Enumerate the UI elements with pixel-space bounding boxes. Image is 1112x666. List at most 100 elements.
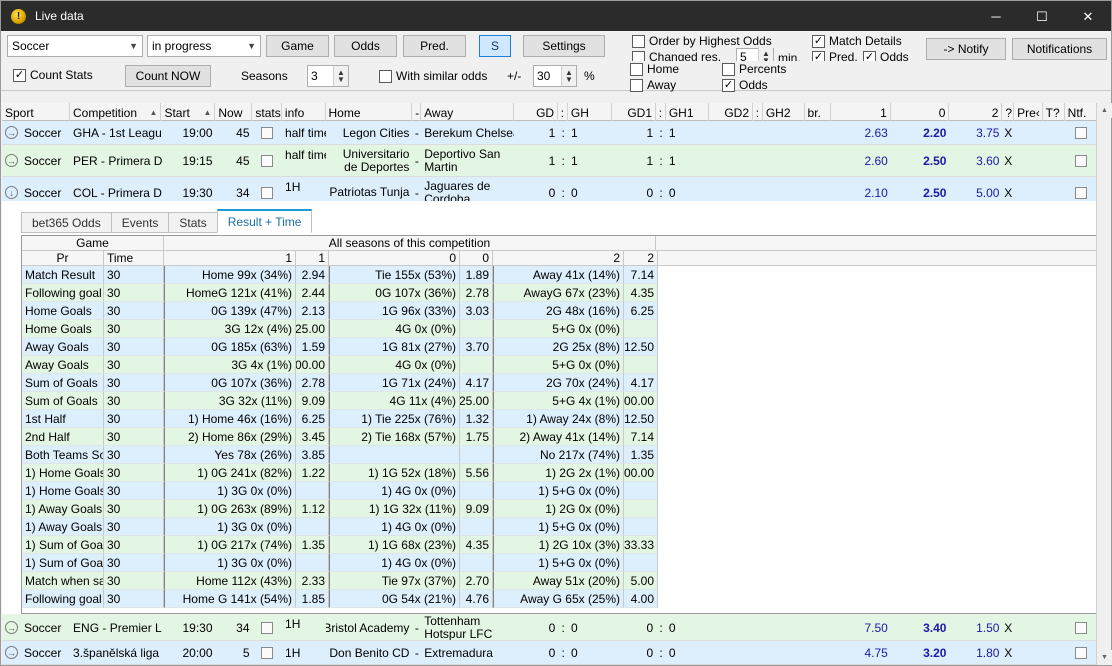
row-stats-checkbox[interactable] (261, 647, 273, 659)
col-header-odds-1[interactable]: 1 (831, 103, 891, 121)
table-row[interactable]: →Soccer ENG - Premier Leagu 19:30 34 1H … (2, 615, 1097, 641)
row-odds-2[interactable]: 1.50 (949, 615, 1002, 640)
col-header-gh1[interactable]: GH1 (666, 103, 710, 121)
pred-button[interactable]: Pred. (403, 35, 466, 57)
expander-icon[interactable]: → (5, 621, 18, 634)
game-button[interactable]: Game (266, 35, 329, 57)
odds-button[interactable]: Odds (334, 35, 397, 57)
col-header-t[interactable]: T? (1043, 103, 1065, 121)
detail-row[interactable]: 1) Sum of Goals301) 0G 217x (74%)1.351) … (22, 536, 1096, 554)
col-header-home[interactable]: Home (326, 103, 413, 121)
close-button[interactable]: ✕ (1065, 1, 1111, 31)
expander-icon[interactable]: → (5, 126, 18, 139)
tab-bet365-odds[interactable]: bet365 Odds (21, 212, 112, 233)
row-odds-0[interactable]: 2.20 (891, 121, 950, 144)
tab-stats[interactable]: Stats (168, 212, 217, 233)
notify-button[interactable]: -> Notify (926, 38, 1006, 60)
expander-icon[interactable]: → (5, 646, 18, 659)
row-odds-1[interactable]: 2.63 (831, 121, 891, 144)
count-stats-checkbox[interactable]: ✓ Count Stats (13, 68, 93, 82)
row-odds-0[interactable]: 3.20 (891, 641, 950, 664)
detail-row[interactable]: 1st Half301) Home 46x (16%)6.251) Tie 22… (22, 410, 1096, 428)
row-notify-checkbox[interactable] (1075, 155, 1087, 167)
expander-icon[interactable]: → (5, 154, 18, 167)
row-notify-checkbox[interactable] (1075, 647, 1087, 659)
sport-select[interactable]: Soccer ▼ (7, 35, 143, 57)
percents-checkbox[interactable]: Percents (722, 62, 786, 76)
row-stats-checkbox[interactable] (261, 622, 273, 634)
detail-row[interactable]: Sum of Goals300G 107x (36%)2.781G 71x (2… (22, 374, 1096, 392)
detail-row[interactable]: Home Goals303G 12x (4%)25.004G 0x (0%)5+… (22, 320, 1096, 338)
count-now-button[interactable]: Count NOW (125, 65, 211, 87)
expander-icon[interactable]: ↓ (5, 186, 18, 199)
detail-row[interactable]: Following goal when30Home G 141x (54%)1.… (22, 590, 1096, 608)
col-header-now[interactable]: Now (215, 103, 252, 121)
col-header-odds-2[interactable]: 2 (949, 103, 1002, 121)
home-checkbox[interactable]: Home (630, 62, 679, 76)
col-header-colon-3[interactable]: : (753, 103, 763, 121)
row-notify-checkbox[interactable] (1075, 127, 1087, 139)
minimize-button[interactable]: ─ (973, 1, 1019, 31)
col-header-start[interactable]: Start ▲ (161, 103, 215, 121)
detail-row[interactable]: 1) Away Goals301) 0G 263x (89%)1.121) 1G… (22, 500, 1096, 518)
notifications-button[interactable]: Notifications (1012, 38, 1107, 60)
detail-row[interactable]: Away Goals303G 4x (1%)100.004G 0x (0%)5+… (22, 356, 1096, 374)
table-row[interactable]: →Soccer 3.španělská liga gr. 20:00 5 1H … (2, 641, 1097, 665)
spinner-arrows-icon[interactable]: ▲▼ (333, 66, 348, 86)
order-by-highest-odds-checkbox[interactable]: Order by Highest Odds (632, 34, 772, 48)
away-checkbox[interactable]: Away (630, 78, 676, 92)
row-odds-0[interactable]: 3.40 (891, 615, 950, 640)
col-header-sport[interactable]: Sport (2, 103, 70, 121)
plus-minus-stepper[interactable]: 30 ▲▼ (533, 65, 577, 87)
sub-header-0b[interactable]: 0 (460, 251, 493, 266)
tab-result-time[interactable]: Result + Time (217, 209, 313, 233)
detail-row[interactable]: 1) Away Goals301) 3G 0x (0%)1) 4G 0x (0%… (22, 518, 1096, 536)
status-select[interactable]: in progress ▼ (147, 35, 261, 57)
detail-row[interactable]: 1) Sum of Goals301) 3G 0x (0%)1) 4G 0x (… (22, 554, 1096, 572)
sub-header-1b[interactable]: 1 (296, 251, 329, 266)
col-header-gh[interactable]: GH (568, 103, 613, 121)
table-row[interactable]: →Soccer GHA - 1st League 19:00 45 half t… (2, 121, 1097, 145)
row-odds-2[interactable]: 3.60 (949, 145, 1002, 176)
col-header-br[interactable]: br. (805, 103, 832, 121)
col-header-gd1[interactable]: GD1 (612, 103, 656, 121)
col-header-info[interactable]: info (282, 103, 326, 121)
detail-row[interactable]: 1) Home Goals301) 0G 241x (82%)1.221) 1G… (22, 464, 1096, 482)
detail-row[interactable]: Home Goals300G 139x (47%)2.131G 96x (33%… (22, 302, 1096, 320)
scroll-up-arrow-icon[interactable]: ▲ (1097, 103, 1112, 118)
s-button[interactable]: S (479, 35, 511, 57)
maximize-button[interactable]: ☐ (1019, 1, 1065, 31)
row-notify-checkbox[interactable] (1075, 187, 1087, 199)
row-odds-1[interactable]: 2.60 (831, 145, 891, 176)
row-notify-checkbox[interactable] (1075, 622, 1087, 634)
col-header-gh2[interactable]: GH2 (763, 103, 805, 121)
row-odds-1[interactable]: 4.75 (831, 641, 891, 664)
detail-row[interactable]: Match Result30Home 99x (34%)2.94Tie 155x… (22, 266, 1096, 284)
scroll-down-arrow-icon[interactable]: ▼ (1097, 650, 1112, 665)
sub-header-1a[interactable]: 1 (164, 251, 296, 266)
col-header-colon-1[interactable]: : (558, 103, 568, 121)
table-row[interactable]: →Soccer PER - Primera Divisió 19:15 45 h… (2, 145, 1097, 177)
row-stats-checkbox[interactable] (261, 155, 273, 167)
row-odds-2[interactable]: 1.80 (949, 641, 1002, 664)
detail-row[interactable]: Away Goals300G 185x (63%)1.591G 81x (27%… (22, 338, 1096, 356)
row-odds-0[interactable]: 2.50 (891, 145, 950, 176)
sub-header-0a[interactable]: 0 (329, 251, 460, 266)
sub-header-pr[interactable]: Pr (22, 251, 104, 266)
detail-row[interactable]: Both Teams Score30Yes 78x (26%)3.85No 21… (22, 446, 1096, 464)
row-odds-1[interactable]: 7.50 (831, 615, 891, 640)
row-stats-checkbox[interactable] (261, 127, 273, 139)
row-stats-checkbox[interactable] (261, 187, 273, 199)
col-header-question[interactable]: ? (1002, 103, 1014, 121)
detail-row[interactable]: 1) Home Goals301) 3G 0x (0%)1) 4G 0x (0%… (22, 482, 1096, 500)
col-header-colon-2[interactable]: : (656, 103, 666, 121)
sub-header-2b[interactable]: 2 (624, 251, 658, 266)
col-header-ntf[interactable]: Ntf. (1065, 103, 1097, 121)
settings-button[interactable]: Settings (523, 35, 605, 57)
sub-header-2a[interactable]: 2 (493, 251, 624, 266)
spinner-arrows-icon[interactable]: ▲▼ (561, 66, 576, 86)
col-header-competition[interactable]: Competition ▲ (70, 103, 161, 121)
detail-row[interactable]: Match when same C30Home 112x (43%)2.33Ti… (22, 572, 1096, 590)
col-header-stats[interactable]: stats (252, 103, 282, 121)
col-header-gd2[interactable]: GD2 (709, 103, 753, 121)
